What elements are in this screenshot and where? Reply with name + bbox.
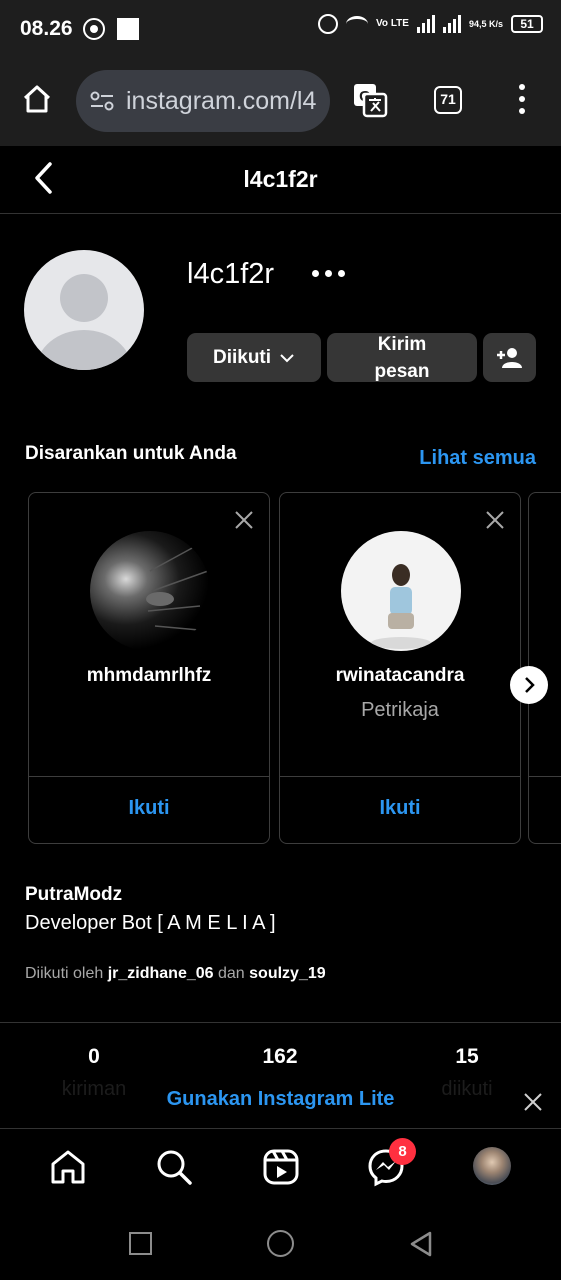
- followed-by-and: dan: [218, 965, 245, 982]
- stats-divider: [0, 1022, 561, 1023]
- page-title: l4c1f2r: [243, 166, 318, 192]
- follow-button[interactable]: Ikuti: [280, 797, 520, 820]
- card-divider: [29, 776, 269, 777]
- chevron-down-icon: [280, 353, 294, 362]
- profile-avatar-tab[interactable]: [473, 1147, 511, 1185]
- close-icon[interactable]: [484, 509, 506, 531]
- profile-header: l4c1f2r: [0, 146, 561, 214]
- suggestion-photo-image: [146, 540, 210, 632]
- followed-by-prefix: Diikuti oleh: [25, 965, 104, 982]
- suggestion-username[interactable]: rwinatacandra: [280, 665, 520, 687]
- suggestions-title: Disarankan untuk Anda: [25, 443, 237, 464]
- followers-count[interactable]: 162: [220, 1045, 340, 1069]
- address-bar[interactable]: instagram.com/l4: [76, 70, 330, 132]
- home-icon[interactable]: [48, 1147, 88, 1187]
- site-settings-icon[interactable]: [90, 91, 114, 111]
- send-message-button[interactable]: Kirim pesan: [327, 333, 477, 382]
- profile-avatar[interactable]: [24, 250, 144, 370]
- network-speed: 94,5 K/s: [468, 19, 503, 29]
- avatar-placeholder-head: [60, 274, 108, 322]
- messages-badge: 8: [389, 1138, 416, 1165]
- suggestion-avatar[interactable]: [90, 531, 210, 651]
- translate-icon[interactable]: G: [352, 82, 388, 118]
- suggestion-card[interactable]: mhmdamrlhfz Ikuti: [28, 492, 270, 844]
- suggestion-card[interactable]: rwinatacandra Petrikaja Ikuti: [279, 492, 521, 844]
- bio-name: PutraModz: [25, 884, 123, 905]
- home-icon[interactable]: [22, 84, 52, 114]
- alarm-icon: [318, 14, 338, 34]
- volte-indicator: Vo LTE: [376, 18, 409, 29]
- browser-toolbar: instagram.com/l4 G 71: [0, 58, 561, 146]
- status-bar: 08.26 Vo LTE 94,5 K/s 51: [0, 0, 561, 58]
- suggestion-avatar[interactable]: [341, 531, 461, 651]
- followed-by-text[interactable]: Diikuti oleh jr_zidhane_06 dan soulzy_19: [25, 965, 326, 983]
- status-time: 08.26: [20, 17, 73, 40]
- whatsapp-icon: [82, 18, 105, 40]
- avatar-placeholder-body: [36, 330, 132, 370]
- recent-apps-icon[interactable]: [129, 1232, 152, 1255]
- url-text: instagram.com/l4: [126, 86, 317, 115]
- following-count[interactable]: 15: [407, 1045, 527, 1069]
- instagram-lite-banner: Gunakan Instagram Lite: [0, 1080, 561, 1120]
- browser-menu-icon[interactable]: [518, 84, 526, 114]
- signal-icon: [416, 15, 435, 33]
- system-back-icon[interactable]: [409, 1230, 433, 1258]
- bio-text: Developer Bot [ A M E L I A ]: [25, 912, 276, 934]
- battery-icon: 51: [511, 15, 543, 33]
- back-arrow-icon[interactable]: [30, 160, 60, 196]
- system-navigation-bar: [0, 1206, 561, 1280]
- more-options-icon[interactable]: [312, 270, 345, 277]
- suggestion-photo-image: [371, 564, 431, 649]
- signal-2-icon: [442, 15, 461, 33]
- status-icons: Vo LTE 94,5 K/s 51: [318, 14, 543, 34]
- card-divider: [280, 776, 520, 777]
- next-suggestions-button[interactable]: [510, 666, 548, 704]
- add-user-button[interactable]: [483, 333, 536, 382]
- see-all-link[interactable]: Lihat semua: [419, 447, 536, 470]
- wifi-icon: [346, 16, 368, 32]
- add-user-icon: [496, 347, 522, 368]
- search-icon[interactable]: [154, 1147, 194, 1187]
- tab-switcher-button[interactable]: 71: [434, 86, 462, 114]
- instagram-lite-link[interactable]: Gunakan Instagram Lite: [0, 1088, 561, 1111]
- followed-by-user[interactable]: jr_zidhane_06: [108, 965, 214, 982]
- reels-icon[interactable]: [261, 1147, 301, 1187]
- notification-square-icon: [116, 18, 139, 40]
- card-divider: [529, 776, 561, 777]
- bottom-navigation: [0, 1128, 561, 1206]
- suggestion-subtitle: Petrikaja: [361, 699, 439, 721]
- following-button[interactable]: Diikuti: [187, 333, 321, 382]
- close-icon[interactable]: [523, 1092, 543, 1112]
- suggestion-username[interactable]: mhmdamrlhfz: [29, 665, 269, 687]
- followed-by-user[interactable]: soulzy_19: [249, 965, 325, 982]
- profile-username: l4c1f2r: [187, 258, 275, 290]
- following-button-label: Diikuti: [212, 346, 272, 368]
- chevron-right-icon: [525, 677, 535, 693]
- follow-button[interactable]: Ikuti: [29, 797, 269, 820]
- close-icon[interactable]: [233, 509, 255, 531]
- system-home-icon[interactable]: [267, 1230, 294, 1257]
- posts-count: 0: [88, 1045, 100, 1068]
